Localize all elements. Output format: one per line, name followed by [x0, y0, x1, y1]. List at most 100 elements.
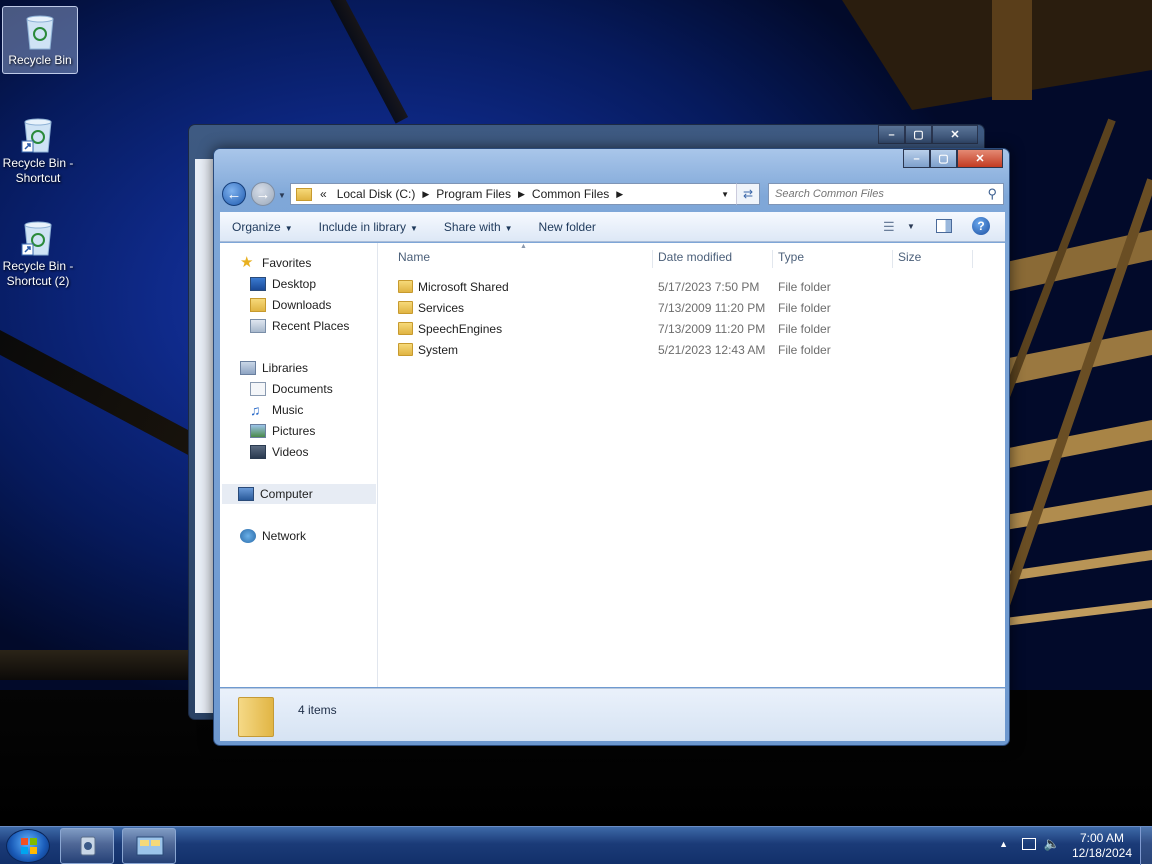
file-date: 7/13/2009 11:20 PM [658, 322, 766, 336]
taskbar-explorer-button[interactable] [122, 828, 176, 864]
folder-icon [296, 187, 312, 201]
column-name-label: Name [398, 250, 431, 264]
desktop-icon [250, 277, 266, 291]
videos-icon [250, 445, 266, 459]
downloads-folder-icon [250, 298, 266, 312]
desktop-icon-label: Recycle Bin - Shortcut (2) [2, 259, 74, 288]
search-field[interactable]: ⚲ [768, 183, 1004, 205]
folder-icon [398, 301, 413, 314]
preview-pane-icon[interactable] [936, 219, 952, 233]
nav-desktop[interactable]: Desktop [250, 274, 316, 294]
organize-menu[interactable]: Organize ▼ [232, 220, 293, 234]
clock-time: 7:00 AM [1079, 831, 1124, 845]
nav-pictures[interactable]: Pictures [250, 421, 315, 441]
nav-label: Network [262, 529, 307, 543]
organize-label: Organize [232, 219, 281, 234]
address-dropdown-icon[interactable]: ▼ [721, 190, 729, 199]
file-date: 7/13/2009 11:20 PM [658, 301, 766, 315]
recycle-bin-shortcut-icon [21, 221, 52, 256]
folder-icon [398, 343, 413, 356]
file-row[interactable]: System 5/21/2023 12:43 AM File folder [398, 340, 998, 360]
nav-label: Desktop [272, 277, 317, 291]
column-header-type[interactable]: Type [778, 250, 893, 268]
breadcrumb-separator-icon[interactable]: ▶ [422, 189, 429, 200]
breadcrumb-separator-icon[interactable]: ▶ [616, 189, 623, 200]
column-size-label: Size [898, 250, 922, 264]
show-desktop-button[interactable] [1140, 827, 1152, 865]
explorer-content: ★ Favorites Desktop Downloads Recent Plac… [220, 243, 1005, 687]
minimize-button[interactable]: – [903, 149, 930, 168]
breadcrumb-separator-icon[interactable]: ▶ [518, 189, 525, 200]
clock[interactable]: 7:00 AM 12/18/2024 [1072, 831, 1132, 861]
file-row[interactable]: SpeechEngines 7/13/2009 11:20 PM File fo… [398, 319, 998, 339]
share-with-menu[interactable]: Share with ▼ [444, 220, 513, 234]
desktop-icon-recycle-bin-shortcut[interactable]: Recycle Bin - Shortcut [0, 110, 76, 186]
chevron-down-icon[interactable]: ▼ [907, 222, 915, 231]
recent-pages-arrow-icon[interactable]: ▼ [278, 191, 286, 200]
breadcrumb-overflow[interactable]: « [320, 187, 327, 201]
file-row[interactable]: Services 7/13/2009 11:20 PM File folder [398, 298, 998, 318]
volume-muted-icon[interactable]: 🔈 [1044, 836, 1060, 852]
forward-button[interactable]: → [251, 182, 275, 206]
breadcrumb-common-files[interactable]: Common Files [532, 187, 609, 201]
taskbar-app-button[interactable] [60, 828, 114, 864]
nav-music[interactable]: ♫ Music [250, 400, 303, 420]
start-button[interactable] [6, 829, 50, 863]
address-row: ← → ▼ « Local Disk (C:) ▶ Program Files … [220, 179, 1005, 209]
nav-libraries[interactable]: Libraries [240, 358, 308, 378]
column-date-label: Date modified [658, 250, 733, 264]
refresh-button[interactable]: ⇄ [736, 183, 760, 205]
address-bar[interactable]: « Local Disk (C:) ▶ Program Files ▶ Comm… [290, 183, 760, 205]
file-row[interactable]: Microsoft Shared 5/17/2023 7:50 PM File … [398, 277, 998, 297]
pictures-icon [250, 424, 266, 438]
nav-label: Documents [272, 382, 333, 396]
close-button[interactable]: ✕ [957, 149, 1003, 168]
folder-large-icon [238, 697, 274, 737]
view-options-icon[interactable]: ☰ [883, 219, 895, 235]
desktop-icon-recycle-bin[interactable]: Recycle Bin [2, 6, 78, 74]
nav-label: Pictures [272, 424, 316, 438]
nav-downloads[interactable]: Downloads [250, 295, 331, 315]
network-icon [240, 529, 256, 543]
help-icon[interactable]: ? [972, 217, 990, 235]
back-button[interactable]: ← [222, 182, 246, 206]
nav-network[interactable]: Network [240, 526, 306, 546]
column-header-name[interactable]: Name ▲ [398, 243, 653, 268]
nav-label: Favorites [262, 256, 312, 270]
minimize-button[interactable]: – [878, 125, 905, 144]
nav-recent-places[interactable]: Recent Places [250, 316, 349, 336]
column-header-date[interactable]: Date modified [658, 250, 773, 268]
nav-favorites[interactable]: ★ Favorites [240, 253, 311, 273]
file-list: Name ▲ Date modified Type Size Microsoft … [380, 243, 1005, 687]
column-header-size[interactable]: Size [898, 250, 973, 268]
sort-arrow-icon: ▲ [520, 243, 527, 250]
desktop-icon-recycle-bin-shortcut-2[interactable]: Recycle Bin - Shortcut (2) [0, 213, 76, 289]
folder-icon [398, 280, 413, 293]
desktop-icon-label: Recycle Bin [8, 53, 72, 67]
explorer-window[interactable]: – ▢ ✕ ← → ▼ « Local Disk (C:) ▶ Program … [213, 148, 1010, 746]
file-type: File folder [778, 343, 831, 357]
taskbar: ▲ 🔈 7:00 AM 12/18/2024 [0, 826, 1152, 865]
window-controls: – ▢ ✕ [903, 149, 1003, 168]
windows-logo-icon [21, 838, 37, 854]
nav-label: Downloads [272, 298, 332, 312]
search-icon[interactable]: ⚲ [987, 186, 997, 202]
include-in-library-menu[interactable]: Include in library ▼ [319, 220, 418, 234]
nav-documents[interactable]: Documents [250, 379, 333, 399]
maximize-button[interactable]: ▢ [905, 125, 932, 144]
breadcrumb-local-disk[interactable]: Local Disk (C:) [337, 187, 416, 201]
breadcrumb-program-files[interactable]: Program Files [436, 187, 511, 201]
maximize-button[interactable]: ▢ [930, 149, 957, 168]
folder-icon [398, 322, 413, 335]
show-hidden-icons-icon[interactable]: ▲ [999, 839, 1008, 849]
explorer-icon [136, 836, 164, 856]
network-tray-icon[interactable] [1022, 838, 1036, 850]
command-bar: Organize ▼ Include in library ▼ Share with… [220, 212, 1005, 242]
close-button[interactable]: ✕ [932, 125, 978, 144]
search-input[interactable] [769, 188, 988, 200]
nav-videos[interactable]: Videos [250, 442, 308, 462]
chevron-down-icon: ▼ [504, 223, 513, 233]
nav-computer[interactable]: Computer [222, 484, 376, 504]
file-type: File folder [778, 301, 831, 315]
new-folder-button[interactable]: New folder [539, 220, 596, 234]
